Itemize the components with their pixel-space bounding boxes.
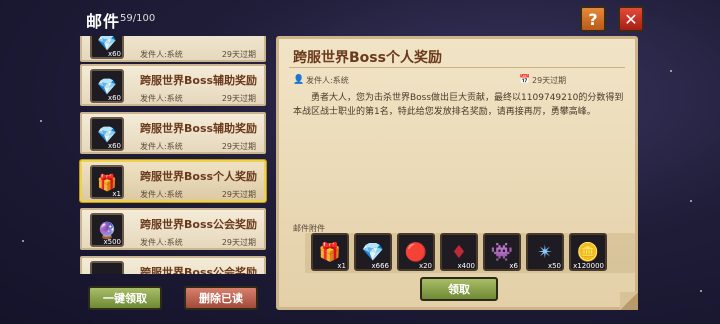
detail-expiry: 29天过期 — [532, 76, 567, 85]
mail-item[interactable]: 🔮 x500 跨服世界Boss公会奖励 发件人:系统 29天过期 — [80, 208, 266, 250]
mail-sender: 发件人:系统 — [140, 190, 183, 199]
mail-item-selected[interactable]: 🎁 x1 跨服世界Boss个人奖励 发件人:系统 29天过期 — [80, 160, 266, 202]
close-icon: ✕ — [624, 9, 638, 29]
attachments-strip: 🎁 x1 💎 x666 🔴 x20 ♦ x400 👾 x6 ✴ x50 🪙 x120000 — [305, 233, 635, 273]
gold-coin-icon[interactable]: 🪙 x120000 — [569, 233, 607, 271]
mail-expiry: 29天过期 — [221, 190, 256, 199]
delete-read-button[interactable]: 删除已读 — [184, 286, 258, 310]
mail-item[interactable]: 跨服世界Boss公会奖励 — [80, 256, 266, 274]
mail-sender: 发件人:系统 — [140, 238, 183, 247]
mail-detail-panel: 跨服世界Boss个人奖励 👤 发件人:系统 📅 29天过期 勇者大人，您为击杀世… — [276, 36, 638, 310]
mail-item[interactable]: 💎 x60 跨服世界Boss辅助奖励 发件人:系统 29天过期 — [80, 64, 266, 106]
purple-flame-icon: 🔮 x500 — [90, 213, 124, 247]
diamond-icon: 💎 x60 — [90, 117, 124, 151]
star — [40, 120, 42, 122]
red-gem-cluster-icon[interactable]: 🔴 x20 — [397, 233, 435, 271]
mail-item[interactable]: 💎 x60 发件人:系统 29天过期 — [80, 36, 266, 62]
page-fold — [620, 292, 638, 310]
star — [22, 240, 24, 242]
diamond-icon: 💎 x60 — [90, 36, 124, 59]
diamond-icon: 💎 x60 — [90, 69, 124, 103]
mail-list[interactable]: 💎 x60 发件人:系统 29天过期 💎 x60 跨服世界Boss辅助奖励 发件人:… — [78, 36, 270, 274]
collect-all-button[interactable]: 一键领取 — [88, 286, 162, 310]
mail-expiry: 29天过期 — [221, 142, 256, 151]
star — [670, 70, 672, 72]
mail-expiry: 29天过期 — [221, 94, 256, 103]
mail-sender: 发件人:系统 — [140, 142, 183, 151]
mail-sender: 发件人:系统 — [140, 50, 183, 59]
detail-sender: 发件人:系统 — [306, 76, 349, 85]
treasure-chest-icon[interactable]: 🎁 x1 — [311, 233, 349, 271]
blue-star-crystal-icon[interactable]: ✴ x50 — [526, 233, 564, 271]
detail-body: 勇者大人，您为击杀世界Boss做出巨大贡献，最终以1109749210的分数得到… — [293, 93, 624, 117]
detail-title: 跨服世界Boss个人奖励 — [293, 50, 442, 66]
mail-title-text: 跨服世界Boss辅助奖励 — [140, 122, 258, 135]
help-button[interactable]: ? — [580, 6, 606, 32]
star — [700, 290, 702, 292]
purple-demon-icon[interactable]: 👾 x6 — [483, 233, 521, 271]
mail-item[interactable]: 💎 x60 跨服世界Boss辅助奖励 发件人:系统 29天过期 — [80, 112, 266, 154]
mail-count: 59/100 — [120, 13, 156, 24]
mail-title-text: 跨服世界Boss个人奖励 — [140, 170, 258, 183]
treasure-chest-icon: 🎁 x1 — [90, 165, 124, 199]
calendar-icon: 📅 — [519, 75, 531, 85]
item-icon — [90, 261, 124, 274]
mail-expiry: 29天过期 — [221, 238, 256, 247]
close-button[interactable]: ✕ — [618, 6, 644, 32]
mail-expiry: 29天过期 — [221, 50, 256, 59]
mail-title: 邮件 — [86, 12, 121, 31]
person-icon: 👤 — [293, 75, 305, 85]
question-icon: ? — [588, 9, 598, 29]
mail-sender: 发件人:系统 — [140, 94, 183, 103]
mail-title-text: 跨服世界Boss公会奖励 — [140, 218, 258, 231]
diamond-icon[interactable]: 💎 x666 — [354, 233, 392, 271]
divider — [289, 67, 625, 68]
mail-title-text: 跨服世界Boss公会奖励 — [140, 266, 258, 274]
claim-button[interactable]: 领取 — [420, 277, 498, 301]
mail-title-text: 跨服世界Boss辅助奖励 — [140, 74, 258, 87]
red-crystal-icon[interactable]: ♦ x400 — [440, 233, 478, 271]
star — [690, 200, 692, 202]
